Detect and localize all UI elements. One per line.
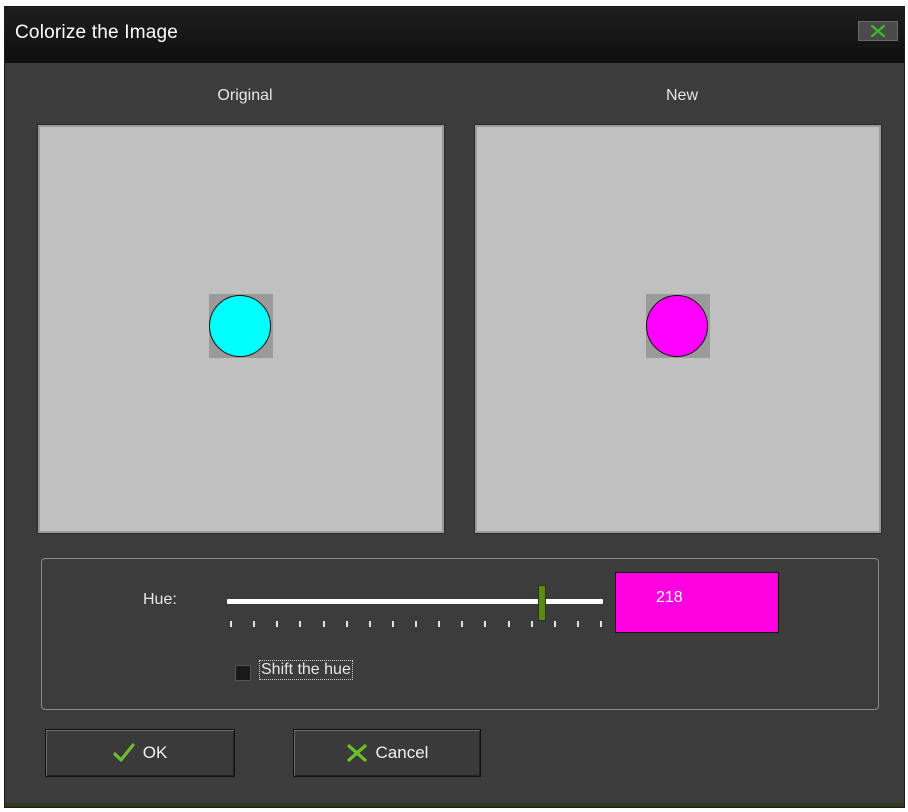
new-circle [646, 295, 708, 357]
original-circle [209, 295, 271, 357]
hue-slider-track[interactable] [227, 599, 603, 604]
original-thumbnail [209, 294, 273, 358]
slider-tick [461, 621, 464, 627]
slider-tick [230, 621, 232, 627]
slider-tick [507, 621, 510, 627]
cancel-button[interactable]: Cancel [293, 729, 481, 777]
slider-tick [345, 621, 348, 627]
close-button[interactable] [858, 21, 898, 41]
slider-tick [322, 621, 325, 627]
slider-tick [415, 621, 417, 627]
slider-tick [368, 621, 371, 627]
hue-label: Hue: [143, 591, 177, 608]
new-preview [474, 124, 882, 534]
x-cancel-icon [346, 744, 367, 762]
checkmark-icon [113, 743, 135, 762]
new-thumbnail [646, 294, 710, 358]
shift-hue-label[interactable]: Shift the hue [259, 660, 353, 680]
title-bar[interactable]: Colorize the Image [5, 7, 904, 63]
slider-tick [299, 621, 302, 627]
ok-button[interactable]: OK [45, 729, 235, 777]
hue-slider-thumb[interactable] [538, 585, 547, 621]
slider-tick [391, 621, 394, 627]
hue-group-box: Hue: 218 Shift the hue [41, 558, 879, 710]
original-preview [37, 124, 445, 534]
slider-tick [484, 621, 487, 627]
shift-hue-checkbox[interactable] [235, 665, 251, 681]
slider-tick [600, 621, 602, 627]
new-label: New [665, 87, 698, 104]
slider-tick [438, 621, 441, 627]
original-label: Original [217, 87, 273, 104]
slider-tick [276, 621, 279, 627]
slider-tick [553, 621, 556, 627]
slider-tick [530, 621, 533, 627]
cancel-label: Cancel [375, 743, 429, 762]
dialog-title: Colorize the Image [15, 22, 179, 43]
ok-label: OK [142, 743, 168, 762]
close-x-icon [870, 24, 886, 38]
colorize-dialog: Colorize the Image Original New Hue: 218… [4, 6, 905, 808]
slider-tick [253, 621, 256, 627]
hue-value-field[interactable]: 218 [615, 572, 779, 633]
hue-slider-ticks [230, 621, 602, 631]
slider-tick [576, 621, 579, 627]
bottom-border [5, 803, 904, 807]
